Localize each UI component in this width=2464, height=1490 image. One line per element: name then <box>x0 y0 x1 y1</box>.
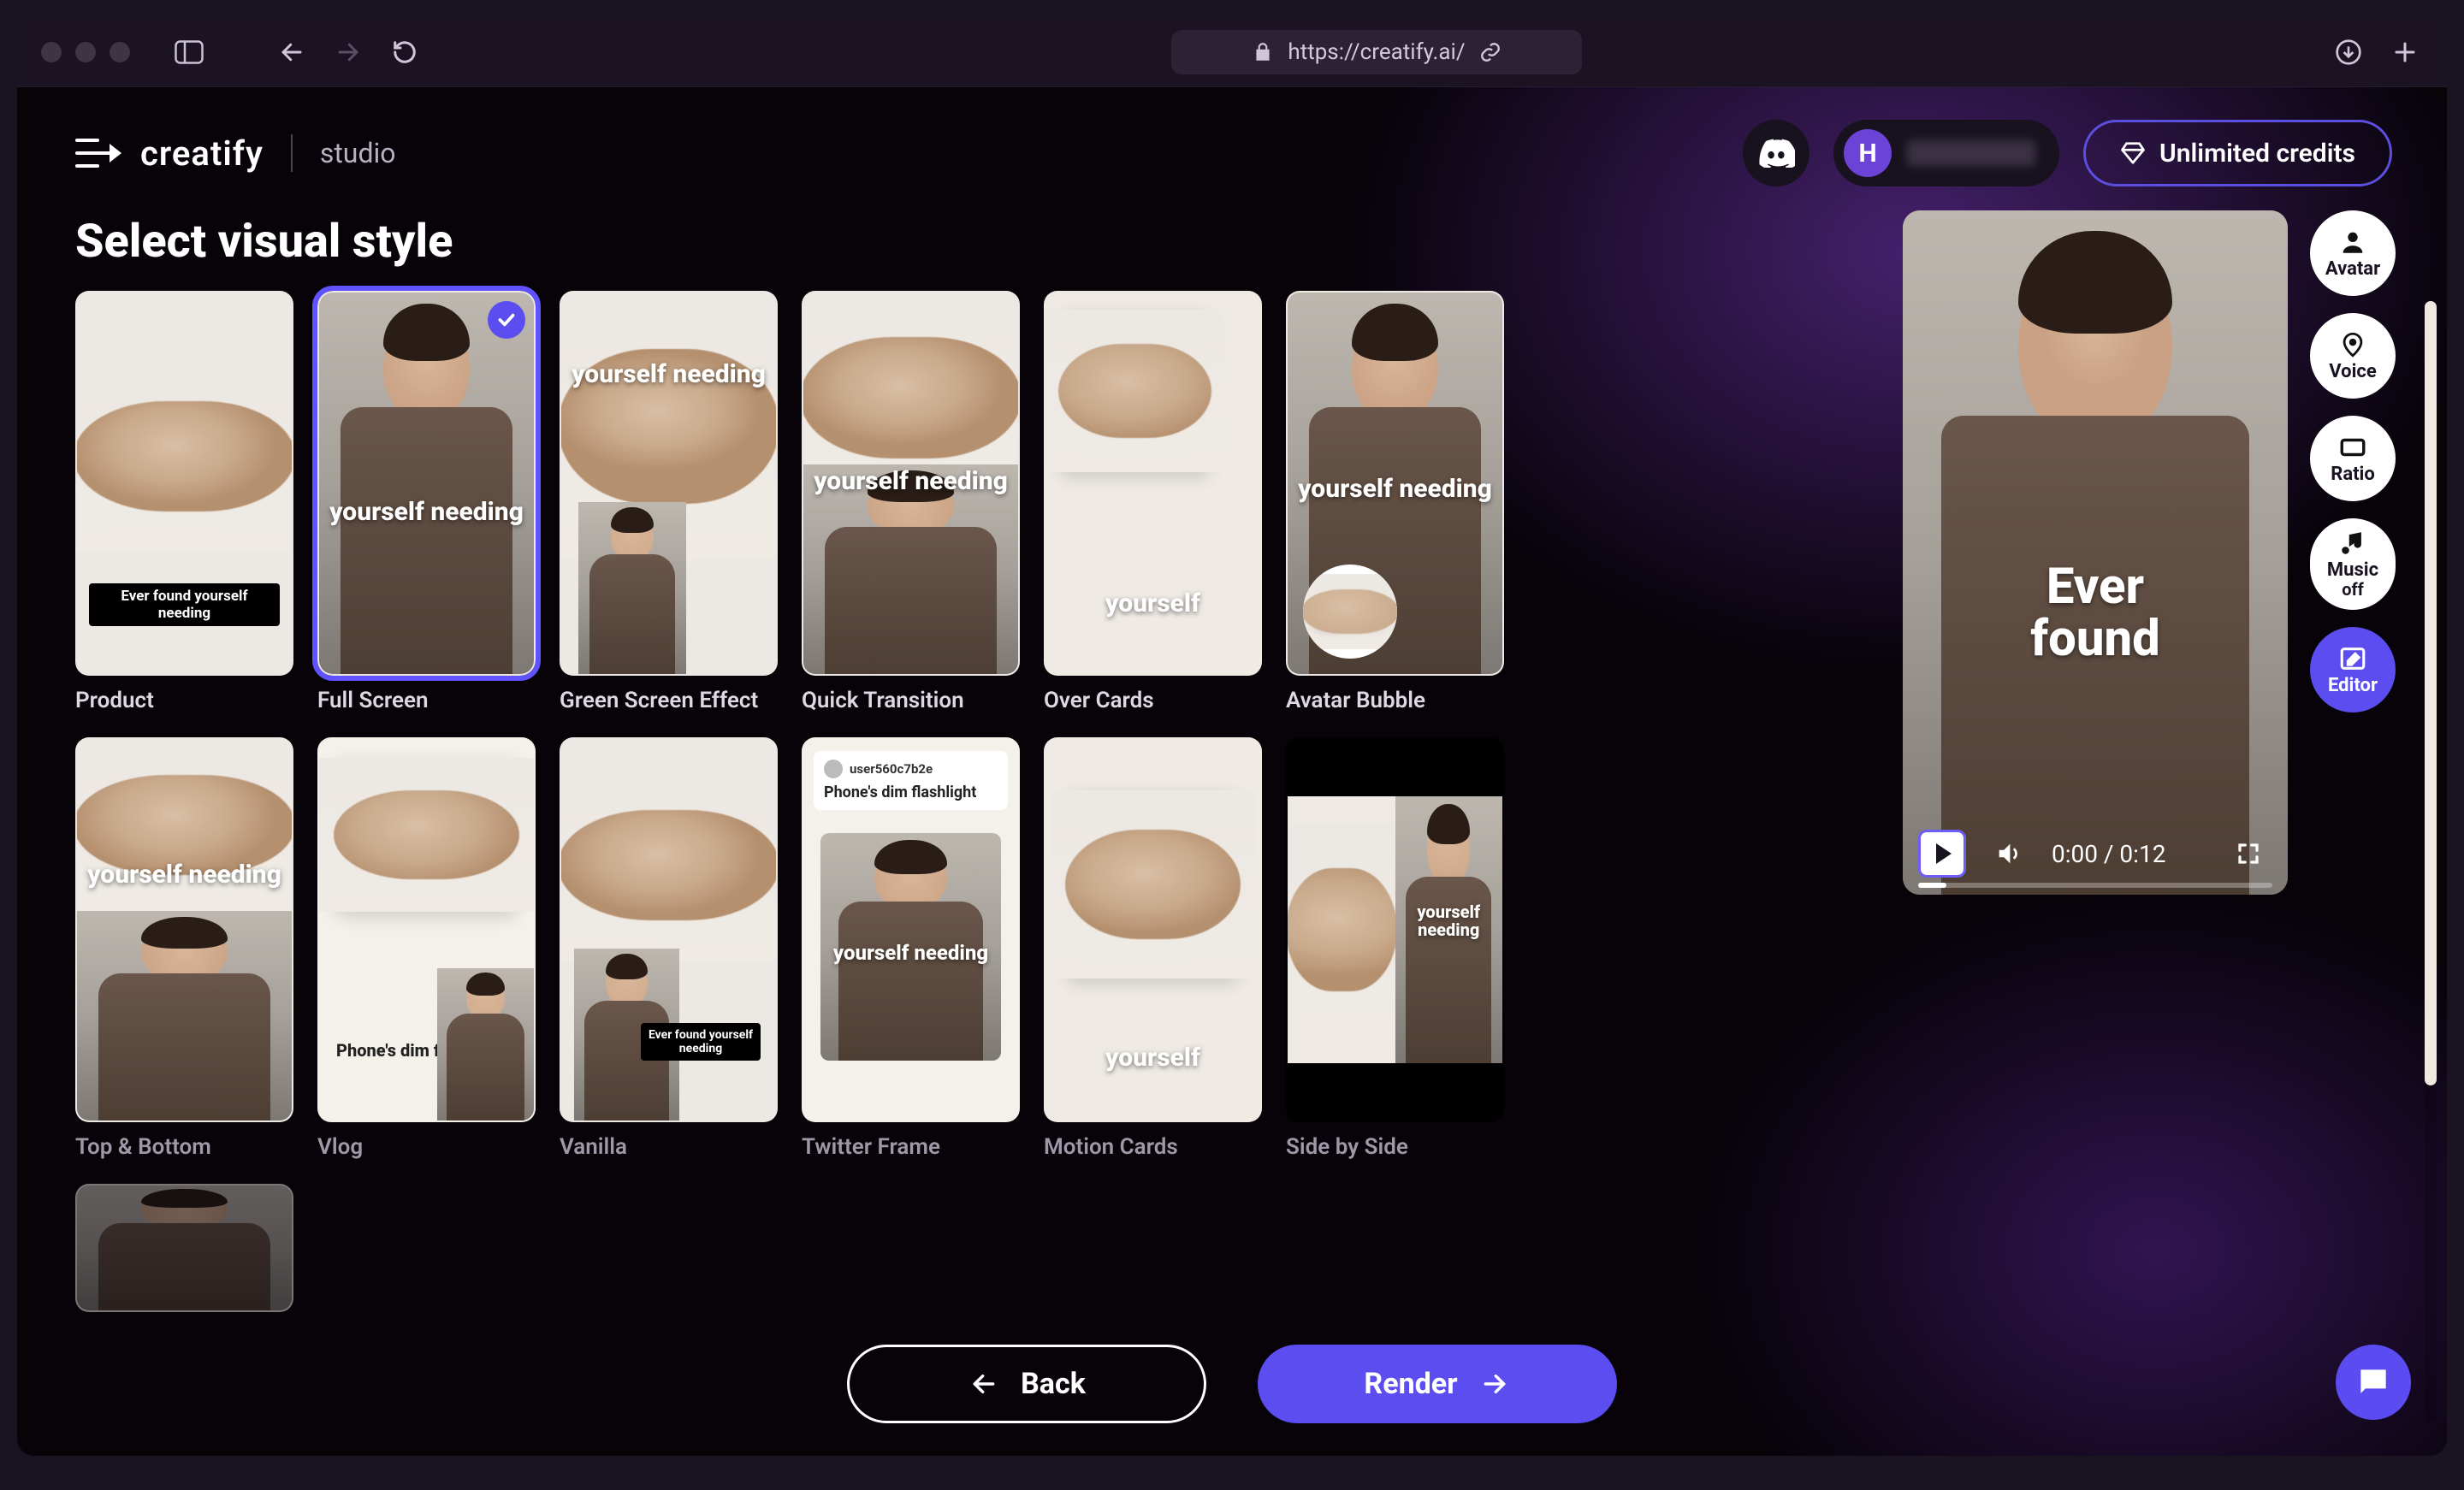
style-tile-avatar-bubble[interactable]: yourself needingAvatar Bubble <box>1286 291 1504 713</box>
style-tile-over-cards[interactable]: yourselfOver Cards <box>1044 291 1262 713</box>
back-button[interactable]: Back <box>847 1345 1206 1423</box>
discord-icon <box>1757 139 1795 168</box>
gem-icon <box>2120 140 2146 166</box>
style-label: Twitter Frame <box>802 1134 1020 1160</box>
video-time: 0:00 / 0:12 <box>2052 840 2165 868</box>
credits-label: Unlimited credits <box>2159 139 2355 169</box>
style-label: Top & Bottom <box>75 1134 293 1160</box>
rail-ratio-button[interactable]: Ratio <box>2310 416 2396 501</box>
style-tile-product[interactable]: Ever found yourself needingProduct <box>75 291 293 713</box>
preview-rail: Avatar Voice Ratio Music off <box>2310 210 2396 1452</box>
selected-check-icon <box>488 301 525 339</box>
style-tile-vanilla[interactable]: Ever found yourself needingVanilla <box>560 737 778 1160</box>
style-label: Quick Transition <box>802 688 1020 713</box>
page-title: Select visual style <box>75 219 1869 265</box>
editor-icon <box>2338 644 2367 673</box>
discord-button[interactable] <box>1743 120 1810 186</box>
user-avatar: H <box>1844 129 1892 177</box>
user-email-blurred <box>1907 140 2035 166</box>
style-tile-side-by-side[interactable]: yourself needingSide by Side <box>1286 737 1504 1160</box>
style-tile-green-screen[interactable]: yourself needingGreen Screen Effect <box>560 291 778 713</box>
video-controls: 0:00 / 0:12 <box>1918 830 2272 878</box>
video-progress[interactable] <box>1918 883 2272 888</box>
user-pill[interactable]: H <box>1833 120 2059 186</box>
style-label: Avatar Bubble <box>1286 688 1504 713</box>
style-label: Green Screen Effect <box>560 688 778 713</box>
reload-icon[interactable] <box>387 34 423 70</box>
brand-name: creatify <box>140 133 264 174</box>
rail-music-button[interactable]: Music off <box>2310 518 2396 610</box>
url-bar[interactable]: https://creatify.ai/ <box>1171 30 1582 74</box>
scrollbar[interactable] <box>2425 301 2437 1422</box>
style-tile-full-screen[interactable]: yourself needingFull Screen <box>317 291 536 713</box>
share-link-icon[interactable] <box>1479 41 1502 63</box>
style-label: Vlog <box>317 1134 536 1160</box>
sidebar-toggle-icon[interactable] <box>171 34 207 70</box>
style-label: Motion Cards <box>1044 1134 1262 1160</box>
play-button[interactable] <box>1918 830 1966 878</box>
style-label: Vanilla <box>560 1134 778 1160</box>
rail-editor-button[interactable]: Editor <box>2310 627 2396 712</box>
arrow-right-icon <box>1478 1370 1511 1398</box>
lock-icon <box>1252 41 1274 63</box>
fullscreen-button[interactable] <box>2224 830 2272 878</box>
ratio-icon <box>2338 433 2367 462</box>
volume-button[interactable] <box>1985 830 2033 878</box>
preview-caption: Everfound <box>1913 561 2277 665</box>
preview-player[interactable]: Everfound 0:00 / 0:12 <box>1903 210 2288 895</box>
brand-logo-icon <box>72 132 125 174</box>
style-tile-vlog[interactable]: Phone's dim flashlightVlog <box>317 737 536 1160</box>
music-icon <box>2338 529 2367 558</box>
url-text: https://creatify.ai/ <box>1288 39 1465 65</box>
browser-titlebar: https://creatify.ai/ <box>17 17 2447 87</box>
style-tile-quick[interactable]: yourself needingQuick Transition <box>802 291 1020 713</box>
style-tile-twitter[interactable]: user560c7b2ePhone's dim flashlightyourse… <box>802 737 1020 1160</box>
credits-button[interactable]: Unlimited credits <box>2083 120 2392 186</box>
brand: creatify studio <box>72 132 396 174</box>
app-header: creatify studio H Unlimited credits <box>17 87 2447 186</box>
style-tile-motion-cards[interactable]: yourselfMotion Cards <box>1044 737 1262 1160</box>
style-label: Over Cards <box>1044 688 1262 713</box>
nav-forward-icon <box>330 34 366 70</box>
render-button[interactable]: Render <box>1258 1345 1617 1423</box>
style-label: Product <box>75 688 293 713</box>
window-traffic-lights <box>41 42 151 62</box>
style-tile-top-bottom[interactable]: yourself needingTop & Bottom <box>75 737 293 1160</box>
nav-back-icon[interactable] <box>274 34 310 70</box>
chat-icon <box>2354 1363 2392 1401</box>
brand-sub: studio <box>320 137 396 169</box>
rail-voice-button[interactable]: Voice <box>2310 313 2396 399</box>
rail-avatar-button[interactable]: Avatar <box>2310 210 2396 296</box>
arrow-left-icon <box>968 1370 1000 1398</box>
new-tab-icon[interactable] <box>2387 34 2423 70</box>
voice-icon <box>2338 330 2367 359</box>
style-tile-cutoff[interactable] <box>75 1184 293 1312</box>
style-grid: Ever found yourself needingProductyourse… <box>68 291 1869 1312</box>
downloads-icon[interactable] <box>2331 34 2366 70</box>
chat-fab[interactable] <box>2336 1345 2411 1420</box>
style-label: Full Screen <box>317 688 536 713</box>
avatar-icon <box>2338 228 2367 257</box>
style-label: Side by Side <box>1286 1134 1504 1160</box>
